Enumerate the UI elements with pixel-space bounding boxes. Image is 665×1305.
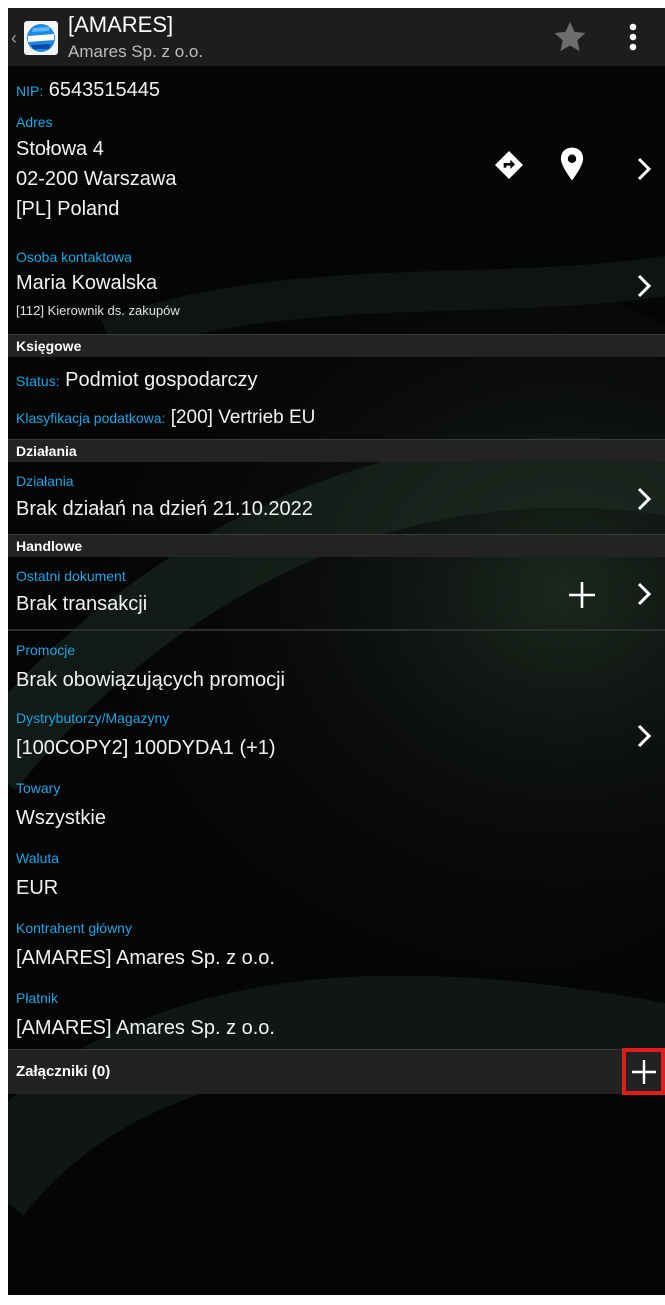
chevron-right-icon[interactable]	[635, 273, 653, 299]
accounting-block: Status: Podmiot gospodarczy Klasyfikacja…	[8, 357, 665, 431]
plus-icon	[632, 1060, 656, 1084]
main-contractor-row: Kontrahent główny [AMARES] Amares Sp. z …	[8, 911, 665, 981]
currency-value: EUR	[16, 877, 59, 899]
contact-label: Osoba kontaktowa	[16, 249, 132, 265]
chevron-right-icon[interactable]	[635, 581, 653, 607]
status-label: Status:	[16, 373, 60, 389]
main-contractor-value: [AMARES] Amares Sp. z o.o.	[16, 947, 275, 969]
section-actions: Działania	[8, 439, 665, 462]
page-subtitle: Amares Sp. z o.o.	[68, 42, 204, 61]
currency-label: Waluta	[16, 850, 60, 866]
add-document-icon[interactable]	[566, 579, 598, 611]
attachments-bar: Załączniki (0)	[8, 1049, 665, 1094]
section-commercial: Handlowe	[8, 534, 665, 557]
address-row[interactable]: Adres Stołowa 4 02-200 Warszawa [PL] Pol…	[8, 106, 665, 238]
last-document-row[interactable]: Ostatni dokument Brak transakcji	[8, 557, 665, 629]
currency-row: Waluta EUR	[8, 841, 665, 911]
promotions-row: Promocje Brak obowiązujących promocji	[8, 631, 665, 701]
distributors-label: Dystrybutorzy/Magazyny	[16, 710, 170, 726]
actions-value: Brak działań na dzień 21.10.2022	[16, 498, 313, 520]
address-line-3: [PL] Poland	[16, 198, 120, 220]
actions-label: Działania	[16, 473, 74, 489]
actions-row[interactable]: Działania Brak działań na dzień 21.10.20…	[8, 462, 665, 534]
nip-row: NIP: 6543515445	[8, 66, 665, 106]
star-icon[interactable]	[551, 18, 589, 56]
contact-name: Maria Kowalska	[16, 272, 158, 294]
screen: ‹ [AMARES] Amares Sp. z o.o. NIP: 654351…	[8, 8, 665, 1295]
page-title: [AMARES]	[68, 12, 174, 37]
payer-label: Płatnik	[16, 990, 59, 1006]
main-contractor-label: Kontrahent główny	[16, 920, 132, 936]
chevron-right-icon[interactable]	[635, 486, 653, 512]
directions-icon[interactable]	[493, 149, 525, 181]
add-attachment-button[interactable]	[622, 1048, 665, 1095]
nip-label: NIP:	[16, 83, 44, 99]
chevron-right-icon[interactable]	[635, 723, 653, 749]
promotions-label: Promocje	[16, 642, 76, 658]
goods-value: Wszystkie	[16, 807, 106, 829]
tax-value: [200] Vertrieb EU	[170, 407, 316, 428]
goods-row: Towary Wszystkie	[8, 771, 665, 841]
status-value: Podmiot gospodarczy	[65, 369, 258, 391]
map-pin-icon[interactable]	[558, 146, 586, 182]
contact-role: [112] Kierownik ds. zakupów	[16, 303, 180, 318]
address-label: Adres	[16, 114, 53, 130]
contact-row[interactable]: Osoba kontaktowa Maria Kowalska [112] Ki…	[8, 238, 665, 334]
attachments-label: Załączniki (0)	[16, 1063, 111, 1080]
payer-row: Płatnik [AMARES] Amares Sp. z o.o.	[8, 981, 665, 1053]
payer-value: [AMARES] Amares Sp. z o.o.	[16, 1017, 275, 1039]
section-accounting: Księgowe	[8, 334, 665, 357]
company-logo	[24, 21, 58, 55]
chevron-right-icon[interactable]	[635, 156, 653, 182]
overflow-menu-icon[interactable]	[618, 20, 648, 54]
distributors-row[interactable]: Dystrybutorzy/Magazyny [100COPY2] 100DYD…	[8, 701, 665, 771]
nip-value: 6543515445	[48, 79, 161, 101]
goods-label: Towary	[16, 780, 61, 796]
app-bar: ‹ [AMARES] Amares Sp. z o.o.	[8, 8, 665, 66]
distributors-value: [100COPY2] 100DYDA1 (+1)	[16, 737, 276, 759]
promotions-value: Brak obowiązujących promocji	[16, 669, 286, 691]
back-icon[interactable]: ‹	[11, 28, 17, 49]
tax-label: Klasyfikacja podatkowa:	[16, 410, 166, 426]
